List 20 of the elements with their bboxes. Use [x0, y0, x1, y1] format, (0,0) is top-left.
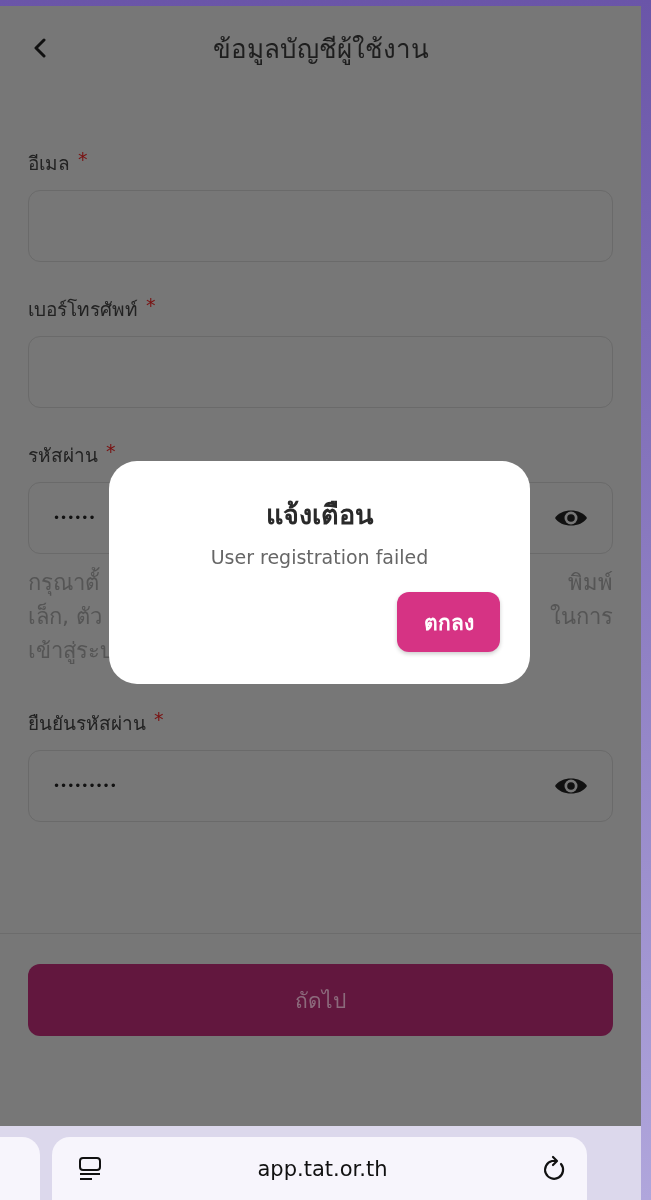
required-mark: *: [154, 708, 164, 732]
dialog-message: User registration failed: [210, 546, 429, 568]
url-text: app.tat.or.th: [257, 1156, 388, 1181]
password-field[interactable]: •••••••••: [28, 750, 613, 822]
required-mark: *: [106, 440, 116, 464]
dialog-title: แจ้งเตือน: [266, 498, 373, 532]
back-icon[interactable]: [33, 38, 47, 58]
required-mark: *: [146, 294, 156, 318]
field-label: เบอร์โทรศัพท์: [28, 297, 138, 322]
field-label: ยืนยันรหัสผ่าน: [28, 711, 146, 736]
ok-button[interactable]: ตกลง: [397, 592, 500, 652]
field-label: รหัสผ่าน: [28, 443, 98, 468]
password-dots: •••••••••: [53, 779, 117, 793]
address-bar[interactable]: app.tat.or.th: [52, 1137, 587, 1200]
reload-icon[interactable]: [541, 1154, 567, 1183]
page-title: ข้อมูลบัญชีผู้ใช้งาน: [212, 32, 429, 67]
reader-icon[interactable]: [78, 1155, 104, 1182]
field-label: อีเมล: [28, 151, 70, 176]
password-dots: ••••••: [53, 511, 96, 525]
required-mark: *: [78, 148, 88, 172]
